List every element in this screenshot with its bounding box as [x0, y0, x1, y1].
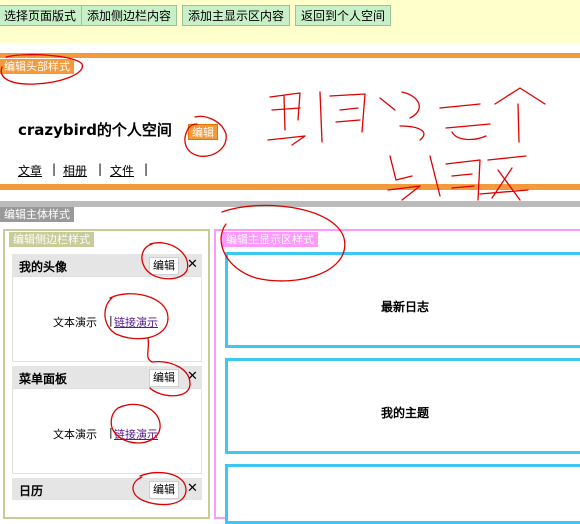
main-block-title: 最新日志 — [380, 300, 429, 314]
panel-edit-button[interactable]: 编辑 — [149, 481, 179, 499]
back-to-space-button[interactable]: 返回到个人空间 — [295, 5, 392, 26]
edit-sidebar-style-tag[interactable]: 编辑侧边栏样式 — [9, 232, 94, 247]
panel-body-menu: 文本演示 | 链接演示 — [12, 388, 202, 474]
main-block-latest-blog: 最新日志 — [225, 252, 580, 348]
page-title: crazybird的个人空间 — [18, 121, 172, 139]
panel-edit-button[interactable]: 编辑 — [149, 369, 179, 387]
main-block-third — [225, 464, 580, 524]
main-block-title: 我的主题 — [380, 406, 429, 420]
close-icon[interactable]: ✕ — [187, 369, 198, 384]
body-bar — [0, 201, 580, 207]
demo-link[interactable]: 链接演示 — [114, 426, 158, 442]
nav-files-link[interactable]: 文件 — [110, 162, 134, 179]
panel-edit-button[interactable]: 编辑 — [149, 257, 179, 275]
panel-title: 日历 — [19, 484, 44, 498]
header-bottom-bar — [0, 184, 580, 190]
panel-header-avatar: 我的头像 编辑 ✕ — [12, 254, 202, 276]
toolbar: 选择页面版式 添加侧边栏内容 添加主显示区内容 返回到个人空间 — [0, 0, 580, 43]
demo-text: 文本演示 — [53, 428, 97, 441]
demo-link[interactable]: 链接演示 — [114, 314, 158, 330]
demo-separator: | — [109, 426, 113, 439]
nav-albums-link[interactable]: 相册 — [63, 162, 87, 179]
edit-main-style-tag[interactable]: 编辑主显示区样式 — [222, 232, 318, 247]
nav-separator: | — [144, 162, 149, 176]
nav-separator: | — [52, 162, 57, 176]
panel-title: 菜单面板 — [19, 372, 68, 386]
panel-header-menu: 菜单面板 编辑 ✕ — [12, 366, 202, 388]
nav-articles-link[interactable]: 文章 — [18, 162, 42, 179]
close-icon[interactable]: ✕ — [187, 481, 198, 496]
demo-text: 文本演示 — [53, 316, 97, 329]
nav-separator: | — [98, 162, 103, 176]
demo-separator: | — [109, 314, 113, 327]
header-edit-button[interactable]: 编辑 — [188, 124, 218, 140]
panel-header-calendar: 日历 编辑 ✕ — [12, 478, 202, 500]
add-sidebar-content-button[interactable]: 添加侧边栏内容 — [81, 5, 178, 26]
panel-title: 我的头像 — [19, 260, 68, 274]
header-top-bar — [0, 53, 580, 58]
edit-header-style-tag[interactable]: 编辑头部样式 — [0, 59, 74, 74]
main-block-my-topics: 我的主题 — [225, 358, 580, 454]
choose-layout-button[interactable]: 选择页面版式 — [0, 5, 83, 26]
edit-body-style-tag[interactable]: 编辑主体样式 — [0, 207, 74, 222]
add-main-content-button[interactable]: 添加主显示区内容 — [182, 5, 291, 26]
panel-body-avatar: 文本演示 | 链接演示 — [12, 276, 202, 362]
close-icon[interactable]: ✕ — [187, 257, 198, 272]
